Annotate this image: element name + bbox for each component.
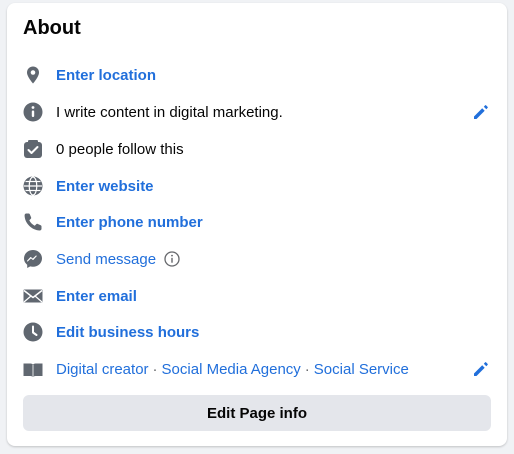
- send-message-link[interactable]: Send message: [56, 251, 156, 268]
- bio-row: I write content in digital marketing.: [23, 97, 491, 127]
- about-card: About Enter location I write content in …: [7, 3, 507, 446]
- phone-icon: [23, 212, 43, 232]
- category-separator: ·: [152, 360, 158, 378]
- location-pin-icon: [23, 65, 43, 85]
- category-link-social-media-agency[interactable]: Social Media Agency: [162, 361, 301, 378]
- category-separator: ·: [304, 360, 310, 378]
- phone-row: Enter phone number: [23, 207, 491, 237]
- bio-text: I write content in digital marketing.: [56, 103, 283, 121]
- followers-row: 0 people follow this: [23, 134, 491, 164]
- message-row: Send message: [23, 244, 491, 274]
- clock-icon: [23, 322, 43, 342]
- hours-row: Edit business hours: [23, 317, 491, 347]
- about-title: About: [23, 17, 81, 39]
- enter-phone-link[interactable]: Enter phone number: [56, 214, 203, 231]
- enter-email-link[interactable]: Enter email: [56, 288, 137, 305]
- enter-location-link[interactable]: Enter location: [56, 67, 156, 84]
- followers-check-icon: [23, 139, 43, 159]
- messenger-icon: [23, 249, 43, 269]
- globe-icon: [23, 176, 43, 196]
- edit-category-pencil-icon[interactable]: [471, 359, 491, 379]
- envelope-icon: [23, 286, 43, 306]
- edit-page-info-button[interactable]: Edit Page info: [23, 395, 491, 431]
- location-row: Enter location: [23, 60, 491, 90]
- edit-bio-pencil-icon[interactable]: [471, 102, 491, 122]
- message-info-icon[interactable]: [164, 251, 180, 267]
- category-book-icon: [23, 359, 43, 379]
- enter-website-link[interactable]: Enter website: [56, 178, 154, 195]
- info-icon: [23, 102, 43, 122]
- category-link-digital-creator[interactable]: Digital creator: [56, 361, 149, 378]
- edit-hours-link[interactable]: Edit business hours: [56, 324, 199, 341]
- website-row: Enter website: [23, 171, 491, 201]
- email-row: Enter email: [23, 281, 491, 311]
- category-link-social-service[interactable]: Social Service: [314, 361, 409, 378]
- categories-row: Digital creator · Social Media Agency · …: [23, 354, 491, 384]
- followers-text: 0 people follow this: [56, 140, 184, 158]
